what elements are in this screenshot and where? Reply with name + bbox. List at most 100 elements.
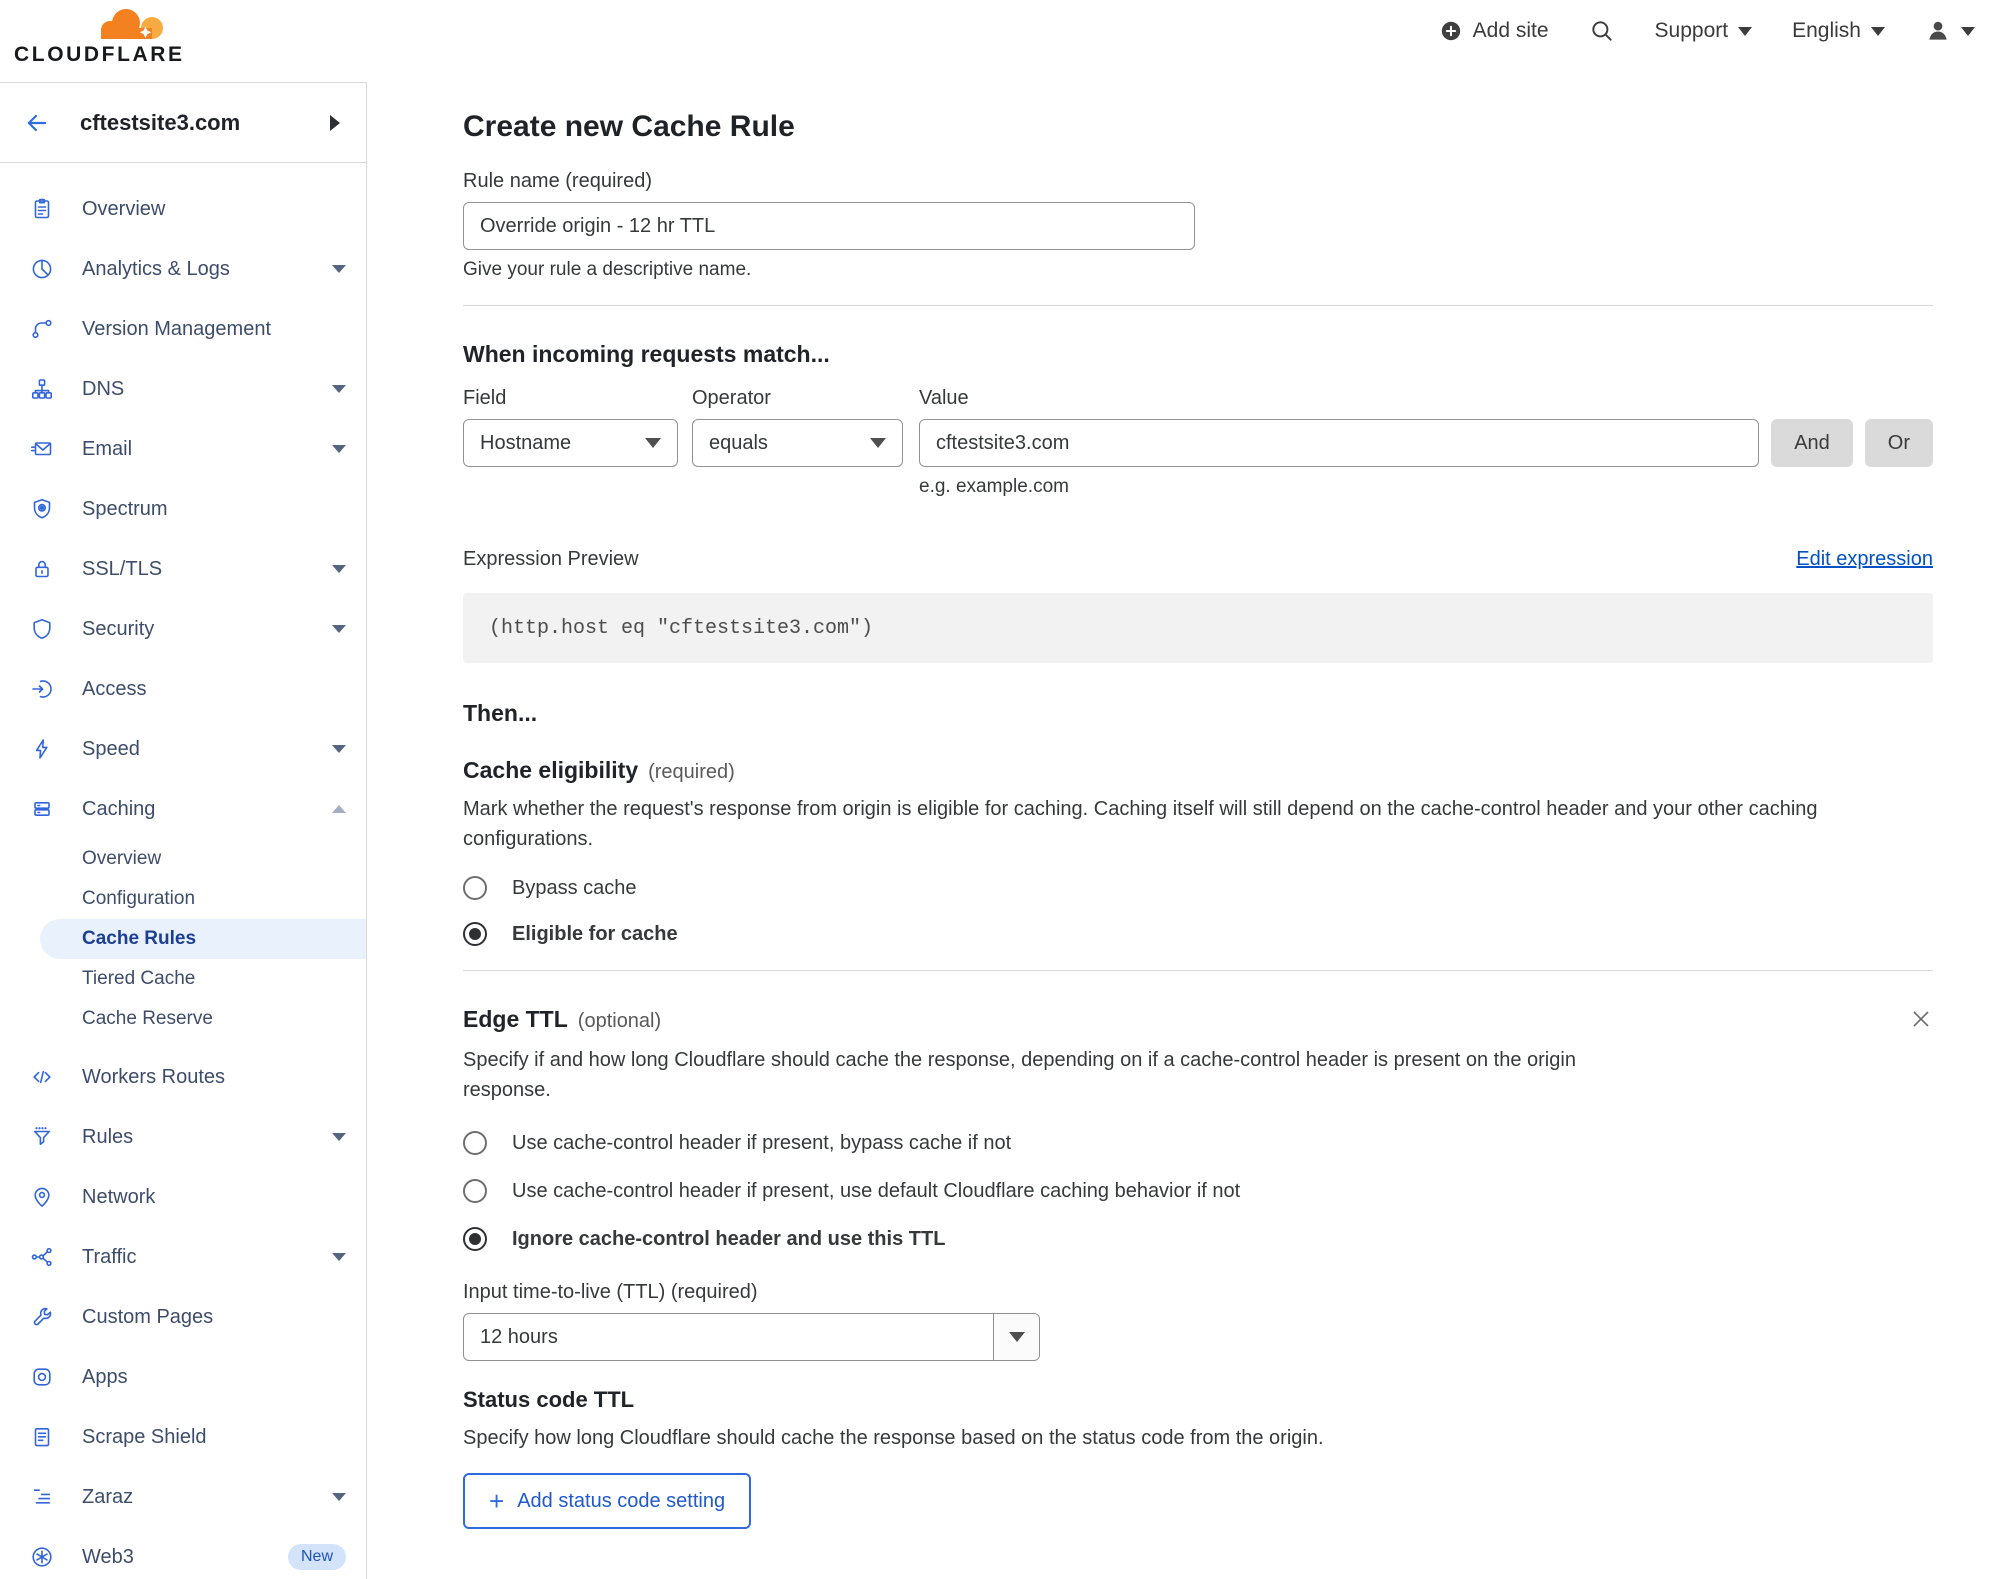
sidebar-item-version-management[interactable]: Version Management [0,299,366,359]
chevron-down-icon [1961,26,1975,36]
eligible-for-cache-option[interactable]: Eligible for cache [463,922,1933,946]
sidebar-subitem-configuration[interactable]: Configuration [0,879,366,919]
sidebar-item-label: Caching [82,797,156,820]
add-status-code-setting-button[interactable]: + Add status code setting [463,1473,752,1529]
account-menu[interactable] [1925,18,1975,44]
value-input[interactable] [919,419,1760,467]
sidebar-item-label: Access [82,677,147,700]
chevron-up-icon [332,805,346,813]
expression-code-box: (http.host eq "cftestsite3.com") [463,593,1933,663]
and-button[interactable]: And [1771,419,1853,467]
chevron-right-icon[interactable] [330,114,340,131]
edge-ttl-option-ignore[interactable]: Ignore cache-control header and use this… [463,1227,1933,1251]
sidebar-item-network[interactable]: Network [0,1167,366,1227]
sidebar-item-label: Rules [82,1125,134,1148]
sidebar-subitem-tiered-cache[interactable]: Tiered Cache [0,959,366,999]
ttl-select-arrow[interactable] [993,1314,1039,1360]
edge-ttl-option-bypass[interactable]: Use cache-control header if present, byp… [463,1131,1933,1155]
cloudflare-logo[interactable]: CLOUDFLARE [0,0,185,67]
sidebar-item-web3[interactable]: Web3 New [0,1527,366,1579]
version-management-icon [30,317,54,341]
site-name[interactable]: cftestsite3.com [80,110,330,136]
ttl-select[interactable]: 12 hours [463,1313,1040,1361]
sidebar-item-spectrum[interactable]: Spectrum [0,479,366,539]
sidebar-subitem-cache-reserve[interactable]: Cache Reserve [0,999,366,1039]
sidebar-item-custom-pages[interactable]: Custom Pages [0,1287,366,1347]
cloudflare-cloud-icon [88,9,180,42]
add-site-button[interactable]: Add site [1439,19,1549,43]
sidebar-item-analytics-logs[interactable]: Analytics & Logs [0,239,366,299]
caching-submenu: Overview Configuration Cache Rules Tiere… [0,839,366,1039]
sidebar-item-security[interactable]: Security [0,599,366,659]
search-icon [1591,21,1612,41]
cache-eligibility-description: Mark whether the request's response from… [463,798,1818,850]
optional-qualifier: (optional) [577,1010,662,1032]
sidebar-item-email[interactable]: Email [0,419,366,479]
edge-ttl-header: Edge TTL (optional) [463,1005,1933,1033]
sidebar-item-workers-routes[interactable]: Workers Routes [0,1047,366,1107]
sidebar-subitem-caching-overview[interactable]: Overview [0,839,366,879]
sidebar-subitem-cache-rules[interactable]: Cache Rules [40,919,366,959]
shield-icon [30,617,54,641]
support-menu[interactable]: Support [1655,19,1753,43]
radio-unchecked-icon[interactable] [463,1131,487,1155]
rule-name-input[interactable] [463,202,1195,250]
map-pin-icon [30,1185,54,1209]
sidebar-item-rules[interactable]: Rules [0,1107,366,1167]
sidebar-item-traffic[interactable]: Traffic [0,1227,366,1287]
sidebar-item-overview[interactable]: Overview [0,179,366,239]
sidebar-item-label: Security [82,617,155,640]
back-arrow-icon[interactable] [24,110,50,136]
code-brackets-icon [30,1065,54,1089]
edge-ttl-option-label: Use cache-control header if present, use… [512,1179,1241,1202]
or-button[interactable]: Or [1864,419,1933,467]
radio-checked-icon[interactable] [463,922,487,946]
expression-preview-label: Expression Preview [463,548,639,570]
search-button[interactable] [1589,18,1615,44]
section-divider [463,305,1933,306]
chevron-down-icon [332,565,346,573]
sidebar-item-apps[interactable]: Apps [0,1347,366,1407]
radio-unchecked-icon[interactable] [463,1179,487,1203]
expression-preview-row: Expression Preview Edit expression [463,548,1933,571]
cloudflare-wordmark: CLOUDFLARE [14,43,185,66]
sidebar-item-scrape-shield[interactable]: Scrape Shield [0,1407,366,1467]
access-icon [30,677,54,701]
chevron-down-icon [645,438,661,448]
sidebar-subitem-label: Overview [82,848,162,869]
document-icon [30,1425,54,1449]
sidebar-item-label: SSL/TLS [82,557,163,580]
radio-unchecked-icon[interactable] [463,876,487,900]
sidebar-item-zaraz[interactable]: Zaraz [0,1467,366,1527]
sidebar-subitem-label: Cache Rules [82,928,197,949]
sidebar-item-caching[interactable]: Caching [0,779,366,839]
sidebar-item-ssl-tls[interactable]: SSL/TLS [0,539,366,599]
sidebar-item-label: Overview [82,197,166,220]
sidebar-item-dns[interactable]: DNS [0,359,366,419]
language-label: English [1792,19,1861,42]
edge-ttl-heading: Edge TTL [463,1006,568,1032]
wrench-icon [30,1305,54,1329]
edge-ttl-option-default[interactable]: Use cache-control header if present, use… [463,1179,1933,1203]
language-menu[interactable]: English [1792,19,1885,43]
sidebar-item-label: Scrape Shield [82,1425,207,1448]
field-select[interactable]: Hostname [463,419,678,467]
match-heading: When incoming requests match... [463,341,830,367]
sidebar-subitem-label: Configuration [82,888,196,909]
cache-eligibility-header: Cache eligibility (required) [463,756,1933,784]
radio-checked-icon[interactable] [463,1227,487,1251]
rule-name-label: Rule name (required) [463,170,652,192]
operator-select[interactable]: equals [692,419,903,467]
ttl-select-value: 12 hours [480,1325,558,1348]
sidebar-item-speed[interactable]: Speed [0,719,366,779]
sidebar-nav: Overview Analytics & Logs Version Manage… [0,163,366,1579]
sidebar-item-label: Apps [82,1365,128,1388]
edit-expression-link[interactable]: Edit expression [1796,548,1933,571]
support-label: Support [1654,19,1729,42]
chevron-down-icon [332,445,346,453]
sidebar: cftestsite3.com Overview Analytics & Log… [0,82,367,1579]
close-icon[interactable] [1909,1007,1933,1031]
operator-label: Operator [692,387,771,409]
bypass-cache-option[interactable]: Bypass cache [463,876,1933,900]
sidebar-item-access[interactable]: Access [0,659,366,719]
